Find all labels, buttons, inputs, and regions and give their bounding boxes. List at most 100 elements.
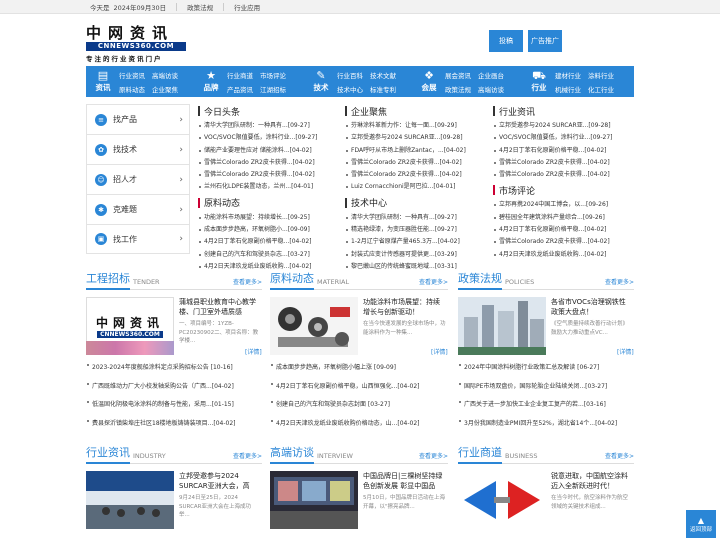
block-thumbnail[interactable] (458, 471, 546, 529)
news-item[interactable]: 立邦受邀参与2024 SURCAR亚...[09-28] (345, 132, 490, 144)
nav-link[interactable]: 展会资讯 (445, 70, 471, 80)
sidebar-item[interactable]: ☺ 招人才 › (86, 164, 190, 194)
news-item[interactable]: 雪佛兰Colorado ZR2皮卡获得...[04-02] (493, 169, 635, 181)
news-item[interactable]: Luiz Cornacchioni是阿巴拉...[04-01] (345, 181, 490, 193)
news-item[interactable]: 4月2日丁苯石化原副价格平稳...[04-02] (198, 236, 336, 248)
news-item[interactable]: 雪佛兰Colorado ZR2皮卡获得...[04-02] (198, 157, 336, 169)
sidebar-item[interactable]: ▣ 找工作 › (86, 224, 190, 254)
news-item[interactable]: 功能涂料市场展望：持续增长...[09-25] (198, 212, 336, 224)
nav-link[interactable]: 化工行业 (588, 84, 614, 94)
news-item[interactable]: 芬琳涂料革新力作：让每一面...[09-29] (345, 120, 490, 132)
block-thumbnail[interactable] (458, 297, 546, 355)
news-item[interactable]: FDA呼吁从市场上删除Zantac，...[04-02] (345, 145, 490, 157)
news-item[interactable]: 兰州石化LDPE装置动态，兰州...[04-01] (198, 181, 336, 193)
nav-link[interactable]: 高端访谈 (152, 70, 178, 80)
nav-link[interactable]: 原料动态 (119, 84, 145, 94)
featured-title[interactable]: 锐意进取，中国航空涂料迈入全新跃进时代！ (551, 471, 632, 491)
nav-link[interactable]: 行业百科 (337, 70, 363, 80)
news-item[interactable]: 2023-2024年度舰船涂料定点采购招标公告 [10-16] (86, 359, 262, 378)
nav-group-icon[interactable]: ✎ 技术 (310, 70, 332, 93)
nav-group-icon[interactable]: ★ 品牌 (200, 70, 222, 93)
news-item[interactable]: VOC/SVOC限值要低，涂料行业...[09-27] (493, 132, 635, 144)
block-subtitle: INDUSTRY (133, 452, 166, 460)
sidebar-item[interactable]: ✿ 找技术 › (86, 134, 190, 164)
more-link[interactable]: 查看更多> (233, 451, 262, 460)
nav-link[interactable]: 标准专利 (370, 84, 396, 94)
back-to-top-button[interactable]: ▲ 返回顶部 (686, 510, 716, 538)
news-item[interactable]: 低温固化阴极电泳涂料的制备与性能，采用...[01-15] (86, 396, 262, 415)
featured-title[interactable]: 立邦受邀参与2024 SURCAR亚洲大会，高 (179, 471, 260, 491)
news-item[interactable]: 2024年中国涂料树脂行业政策汇总及解读 [06-27] (458, 359, 634, 378)
news-item[interactable]: 碧桂园全年建筑涂料产量综合...[09-26] (493, 212, 635, 224)
nav-link[interactable]: 涂料行业 (588, 70, 614, 80)
news-item[interactable]: 封装式应变计传感器可提供更...[03-29] (345, 249, 490, 261)
featured-title[interactable]: 蒲城县职业教育中心教学楼、门卫室外墙质感 (179, 297, 260, 317)
news-item[interactable]: 清华大学团队研制：一种具有...[09-27] (345, 212, 490, 224)
news-item[interactable]: 4月2日天津玖龙纸业废纸收购...[04-02] (493, 249, 635, 261)
more-link[interactable]: 查看更多> (233, 277, 262, 286)
nav-group-icon[interactable]: ⛟ 行业 (528, 70, 550, 93)
more-link[interactable]: 查看更多> (605, 277, 634, 286)
news-item[interactable]: 创建自己的汽车和驾驶员杂志封面 [03-27] (270, 396, 448, 415)
news-item[interactable]: 4月2日丁苯石化原副价格平稳，山西恒强化...[04-02] (270, 378, 448, 397)
more-link[interactable]: 查看更多> (419, 277, 448, 286)
block-thumbnail[interactable]: 中网资讯 CNNEWS360.COM (86, 297, 174, 355)
featured-title[interactable]: 功能涂料市场展望：持续增长与创新驱动！ (363, 297, 446, 317)
news-item[interactable]: 立邦受邀参与2024 SURCAR亚...[09-28] (493, 120, 635, 132)
news-item[interactable]: 立邦再携2024中国工博会，以...[09-26] (493, 199, 635, 211)
news-item[interactable]: 广西既维动力厂大小校发轴采购公告（广西...[04-02] (86, 378, 262, 397)
detail-link[interactable]: [详情] (617, 347, 634, 356)
news-item[interactable]: 3月份我国制造业PMI回升至52%，湖北省14个...[04-02] (458, 415, 634, 434)
nav-link[interactable]: 企业聚焦 (152, 84, 178, 94)
site-logo[interactable]: 中网资讯 CNNEWS360.COM 专注的行业资讯门户 (86, 26, 186, 63)
news-item[interactable]: 雪佛兰Colorado ZR2皮卡获得...[04-02] (345, 157, 490, 169)
nav-link[interactable]: 机械行业 (555, 84, 581, 94)
news-item[interactable]: 4月2日丁苯石化原副价格平稳...[04-02] (493, 224, 635, 236)
nav-link[interactable]: 行业资讯 (119, 70, 145, 80)
news-item[interactable]: 4月2日丁苯石化原副价格平稳...[04-02] (493, 145, 635, 157)
news-item[interactable]: 成本面步步趋高，环氧树脂小...[09-09] (198, 224, 336, 236)
detail-link[interactable]: [详情] (431, 347, 448, 356)
nav-link[interactable]: 市场评论 (260, 70, 286, 80)
top-link-application[interactable]: 行业应用 (234, 2, 260, 12)
submit-button[interactable]: 投稿 (489, 30, 523, 52)
nav-link[interactable]: 行业商道 (227, 70, 253, 80)
featured-title[interactable]: 各省市VOCs治理钢铁性政策大盘点！ (551, 297, 632, 317)
news-item[interactable]: 储能产业要理性应对 储能涂料...[04-02] (198, 145, 336, 157)
nav-link[interactable]: 产品资讯 (227, 84, 253, 94)
nav-link[interactable]: 高端访谈 (478, 84, 504, 94)
nav-link[interactable]: 技术中心 (337, 84, 363, 94)
block-thumbnail[interactable] (270, 471, 358, 529)
block-thumbnail[interactable] (270, 297, 358, 355)
block-thumbnail[interactable] (86, 471, 174, 529)
featured-title[interactable]: 中国品牌日|三棵树坚持绿色创新发展 彰显中国品 (363, 471, 446, 491)
news-item[interactable]: 清华大学团队研制：一种具有...[09-27] (198, 120, 336, 132)
news-item[interactable]: 成本面步步趋高，环氧树脂小幅上涨 [09-09] (270, 359, 448, 378)
news-item[interactable]: 4月2日天津玖龙纸业废纸收购价格动态，山...[04-02] (270, 415, 448, 434)
more-link[interactable]: 查看更多> (605, 451, 634, 460)
detail-link[interactable]: [详情] (245, 347, 262, 356)
news-item[interactable]: 雪佛兰Colorado ZR2皮卡获得...[04-02] (493, 157, 635, 169)
sidebar-item[interactable]: ✱ 克难题 › (86, 194, 190, 224)
news-item[interactable]: 广西关于进一步加快工业企业复工复产的若...[03-16] (458, 396, 634, 415)
nav-link[interactable]: 政策法规 (445, 84, 471, 94)
news-item[interactable]: 雪佛兰Colorado ZR2皮卡获得...[04-02] (198, 169, 336, 181)
nav-group-icon[interactable]: ❖ 会展 (418, 70, 440, 93)
news-item[interactable]: 国际PE市场双盘价，国际轮胎企业陆续关闭...[03-27] (458, 378, 634, 397)
news-item[interactable]: 创建自己的汽车和驾驶员杂志...[03-27] (198, 249, 336, 261)
more-link[interactable]: 查看更多> (419, 451, 448, 460)
sidebar-item[interactable]: ≡ 找产品 › (86, 104, 190, 134)
news-item[interactable]: VOC/SVOC限值要低，涂料行业...[09-27] (198, 132, 336, 144)
news-item[interactable]: 1-2月辽宁省原煤产量465.3万...[04-02] (345, 236, 490, 248)
news-item[interactable]: 雪佛兰Colorado ZR2皮卡获得...[04-02] (493, 236, 635, 248)
nav-group-icon[interactable]: ▤ 资讯 (92, 70, 114, 93)
news-item[interactable]: 费县探沂镇柴埠庄社区18楼地板铸铸装项目...[04-02] (86, 415, 262, 434)
news-item[interactable]: 雪佛兰Colorado ZR2皮卡获得...[04-02] (345, 169, 490, 181)
nav-link[interactable]: 江湖招标 (260, 84, 286, 94)
nav-link[interactable]: 建材行业 (555, 70, 581, 80)
nav-link[interactable]: 企业画台 (478, 70, 504, 80)
nav-link[interactable]: 技术文献 (370, 70, 396, 80)
top-link-policy[interactable]: 政策法规 (187, 2, 213, 12)
news-item[interactable]: 精选艳绿漆，为变压器胜任能...[09-27] (345, 224, 490, 236)
advertise-button[interactable]: 广告推广 (528, 30, 562, 52)
